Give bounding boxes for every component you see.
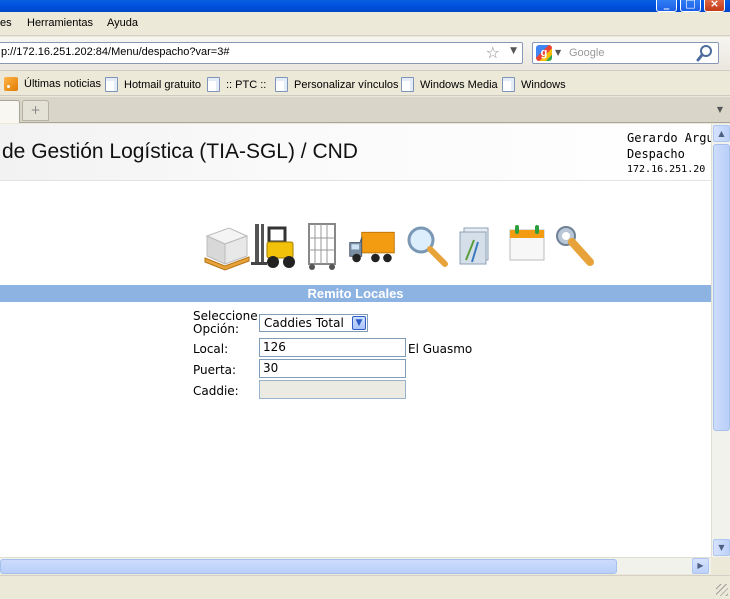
bookmark-windows-media[interactable]: Windows Media: [401, 77, 498, 92]
menu-item-tools[interactable]: Herramientas: [27, 17, 93, 29]
system-title: de Gestión Logística (TIA-SGL) / CND: [2, 140, 358, 163]
section-title-bar: Remito Locales: [0, 285, 711, 302]
pallet-icon[interactable]: [203, 220, 251, 272]
scroll-right-button[interactable]: ▶: [692, 558, 709, 574]
maximize-button[interactable]: □: [680, 0, 701, 12]
bookmark-label: Últimas noticias: [24, 78, 102, 90]
search-icon[interactable]: [403, 220, 451, 272]
bookmark-label: :: PTC ::: [226, 78, 267, 91]
caddie-label: Caddie:: [193, 384, 239, 398]
search-engine-selector[interactable]: g ▼: [535, 45, 563, 61]
search-placeholder: Google: [569, 47, 605, 59]
user-name: Gerardo Argu: [627, 131, 711, 145]
minimize-button[interactable]: _: [656, 0, 677, 12]
user-role: Despacho: [627, 147, 685, 161]
caddie-input[interactable]: [259, 380, 406, 399]
close-button[interactable]: ×: [704, 0, 725, 12]
option-select[interactable]: Caddies Total ▼: [259, 314, 368, 332]
bookmark-hotmail[interactable]: Hotmail gratuito: [105, 77, 201, 92]
module-icon-bar: [200, 220, 600, 275]
horizontal-scroll-thumb[interactable]: [0, 559, 617, 574]
new-tab-button[interactable]: +: [22, 100, 49, 121]
truck-icon[interactable]: [348, 220, 396, 272]
bookmark-label: Personalizar vínculos: [294, 78, 399, 91]
bookmarks-toolbar: Últimas noticias Hotmail gratuito :: PTC…: [0, 72, 730, 96]
bookmark-windows[interactable]: Windows: [502, 77, 566, 92]
address-bar[interactable]: p://172.16.251.202:84/Menu/despacho?var=…: [0, 42, 523, 64]
page-icon: [207, 77, 220, 92]
app-header: de Gestión Logística (TIA-SGL) / CND Ger…: [0, 124, 711, 181]
scroll-down-button[interactable]: ▼: [713, 539, 730, 556]
option-select-value: Caddies Total: [264, 316, 344, 330]
page-icon: [275, 77, 288, 92]
tab-list-dropdown-icon[interactable]: ▼: [712, 101, 728, 119]
vertical-scrollbar[interactable]: ▲ ▼: [711, 124, 730, 557]
bookmark-label: Windows: [521, 78, 566, 91]
local-input[interactable]: 126: [259, 338, 406, 357]
page-icon: [502, 77, 515, 92]
door-input[interactable]: 30: [259, 359, 406, 378]
bookmark-customize-links[interactable]: Personalizar vínculos: [275, 77, 399, 92]
page-content: de Gestión Logística (TIA-SGL) / CND Ger…: [0, 124, 711, 557]
user-info: Gerardo Argu Despacho 172.16.251.20: [627, 130, 711, 178]
folders-icon[interactable]: [452, 220, 500, 272]
navigation-toolbar: p://172.16.251.202:84/Menu/despacho?var=…: [0, 37, 730, 71]
bookmark-ptc[interactable]: :: PTC ::: [207, 77, 266, 92]
bookmark-latest-news[interactable]: Últimas noticias: [4, 77, 101, 91]
window-titlebar: _ □ ×: [0, 0, 730, 12]
bookmark-label: Windows Media: [420, 78, 498, 91]
door-label: Puerta:: [193, 363, 237, 377]
scrollbar-corner: [711, 557, 730, 574]
option-label: Seleccione Opción:: [193, 309, 258, 336]
engine-dropdown-icon: ▼: [555, 48, 562, 57]
menu-bar: es Herramientas Ayuda: [0, 12, 730, 36]
search-box[interactable]: g ▼ Google: [532, 42, 719, 64]
horizontal-scrollbar[interactable]: ▶: [0, 557, 711, 574]
menu-item-view[interactable]: es: [0, 17, 12, 29]
scroll-up-button[interactable]: ▲: [713, 125, 730, 142]
url-dropdown-icon[interactable]: ▼: [510, 46, 517, 56]
user-ip: 172.16.251.20: [627, 164, 706, 175]
page-icon: [401, 77, 414, 92]
cage-cart-icon[interactable]: [299, 220, 347, 272]
bookmark-star-icon[interactable]: ☆: [486, 44, 500, 62]
forklift-icon[interactable]: [251, 220, 299, 272]
address-text[interactable]: p://172.16.251.202:84/Menu/despacho?var=…: [1, 46, 229, 58]
wrench-icon[interactable]: [552, 220, 600, 272]
tab-active[interactable]: [0, 100, 20, 123]
rss-icon: [4, 77, 18, 91]
bookmark-label: Hotmail gratuito: [124, 78, 202, 91]
page-icon: [105, 77, 118, 92]
resize-grip-icon[interactable]: [716, 584, 728, 596]
vertical-scroll-thumb[interactable]: [713, 144, 730, 431]
chevron-down-icon[interactable]: ▼: [352, 316, 366, 330]
store-name: El Guasmo: [408, 342, 473, 356]
local-label: Local:: [193, 342, 229, 356]
calendar-icon[interactable]: [504, 220, 552, 272]
status-bar: [0, 575, 730, 599]
google-logo-icon: g: [536, 45, 552, 61]
tab-strip: + ▼: [0, 97, 730, 123]
search-icon[interactable]: [696, 44, 714, 62]
menu-item-help[interactable]: Ayuda: [107, 17, 138, 29]
